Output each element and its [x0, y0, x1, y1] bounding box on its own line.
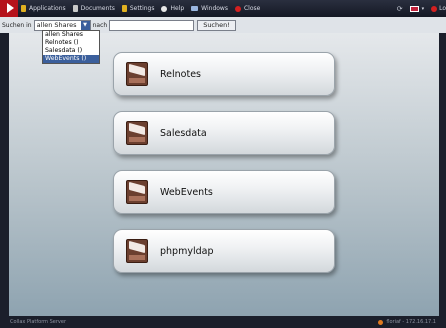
logout-link[interactable]: Lo — [439, 5, 446, 12]
share-scope-dropdown: allen Shares Relnotes () Salesdata () We… — [42, 30, 100, 64]
share-tile-webevents[interactable]: WebEvents — [113, 170, 335, 214]
user-host-label: floriaf - 172.16.17.1 — [386, 319, 436, 325]
menu-close[interactable]: Close — [234, 5, 261, 12]
menu-label: Close — [243, 5, 261, 12]
close-icon — [234, 5, 241, 12]
dropdown-option[interactable]: Relnotes () — [43, 39, 99, 47]
share-folder-icon — [126, 62, 148, 86]
share-folder-icon — [126, 121, 148, 145]
share-folder-icon — [126, 239, 148, 263]
menu-help[interactable]: Help — [161, 5, 184, 12]
windows-icon — [191, 6, 199, 11]
share-folder-icon — [126, 180, 148, 204]
platform-name: Collax Platform Server — [10, 319, 67, 325]
apps-icon — [21, 5, 26, 12]
menu-label: Help — [170, 5, 185, 12]
settings-icon — [121, 5, 127, 12]
share-label: WebEvents — [160, 186, 213, 198]
refresh-icon[interactable]: ⟳ — [397, 5, 403, 13]
menu-windows[interactable]: Windows — [191, 5, 228, 12]
chevron-down-icon[interactable]: ▼ — [80, 20, 90, 30]
logout-icon — [431, 5, 438, 12]
status-footer: Collax Platform Server floriaf - 172.16.… — [0, 316, 446, 328]
flag-dropdown-icon[interactable]: ▾ — [422, 6, 425, 12]
top-menu-bar: Applications Documents Settings Help Win… — [0, 0, 446, 17]
menu-label: Applications — [29, 5, 66, 12]
search-in-label: Suchen in — [2, 21, 32, 29]
dropdown-option-selected[interactable]: WebEvents () — [43, 55, 99, 63]
shares-panel: Relnotes Salesdata WebEvents phpmyldap — [9, 33, 439, 316]
menu-label: Documents — [80, 5, 115, 12]
language-flag-icon[interactable] — [409, 5, 419, 12]
search-button[interactable]: Suchen! — [197, 19, 236, 31]
help-icon — [161, 5, 168, 12]
search-input[interactable] — [109, 19, 195, 31]
search-for-label: nach — [92, 21, 108, 29]
scope-selected-value: allen Shares — [36, 21, 77, 29]
menu-settings[interactable]: Settings — [121, 5, 155, 12]
collax-logo-icon[interactable] — [0, 0, 18, 17]
documents-icon — [72, 5, 78, 12]
share-label: Salesdata — [160, 127, 207, 139]
share-label: phpmyldap — [160, 245, 214, 257]
share-label: Relnotes — [160, 68, 202, 80]
share-tile-relnotes[interactable]: Relnotes — [113, 52, 335, 96]
menu-documents[interactable]: Documents — [72, 5, 115, 12]
share-scope-select[interactable]: allen Shares ▼ — [33, 19, 91, 31]
menu-label: Windows — [201, 5, 228, 12]
dropdown-option[interactable]: Salesdata () — [43, 47, 99, 55]
menu-label: Settings — [129, 5, 155, 12]
menu-applications[interactable]: Applications — [21, 5, 66, 12]
user-icon — [378, 319, 384, 325]
share-tile-salesdata[interactable]: Salesdata — [113, 111, 335, 155]
share-tile-phpmyldap[interactable]: phpmyldap — [113, 229, 335, 273]
dropdown-option[interactable]: allen Shares — [43, 31, 99, 39]
